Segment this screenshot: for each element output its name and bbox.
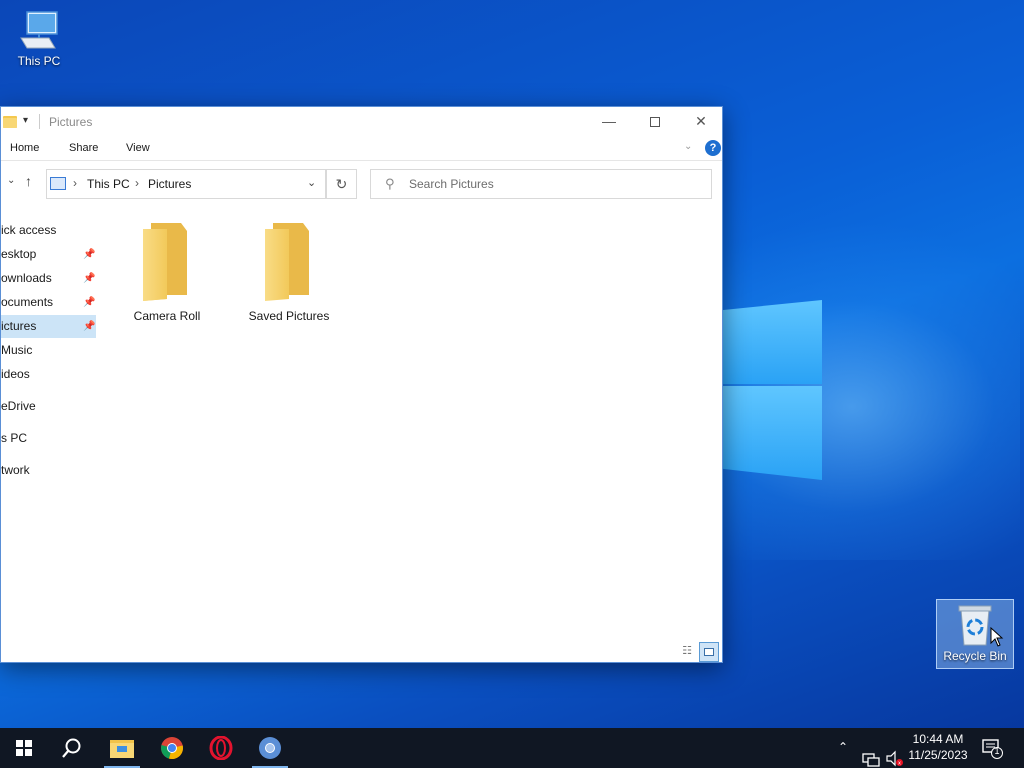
- minimize-icon: —: [602, 113, 616, 129]
- recycle-bin-icon: [958, 605, 992, 646]
- breadcrumb-chevron-icon[interactable]: ›: [73, 176, 77, 190]
- show-hidden-icons-chevron-icon[interactable]: ⌃: [838, 740, 848, 768]
- folder-label: Camera Roll: [133, 309, 201, 323]
- start-button[interactable]: [4, 728, 44, 768]
- pin-icon: 📌: [83, 273, 96, 284]
- nav-item-desktop[interactable]: esktop 📌: [1, 243, 96, 266]
- refresh-button[interactable]: ↻: [326, 169, 357, 199]
- divider: [39, 114, 40, 129]
- folder-item-saved-pictures[interactable]: Saved Pictures: [239, 219, 339, 323]
- breadcrumb-chevron-icon[interactable]: ›: [135, 176, 139, 190]
- minimize-button[interactable]: —: [586, 107, 632, 137]
- address-row: ⌄ ↑ › This PC › Pictures ⌄ ↻ ⚲: [1, 161, 722, 205]
- file-list-area[interactable]: Camera Roll Saved Pictures: [99, 207, 719, 637]
- help-icon[interactable]: ?: [705, 140, 721, 156]
- search-icon: ⚲: [385, 176, 395, 191]
- folder-item-camera-roll[interactable]: Camera Roll: [117, 219, 217, 323]
- clock-date: 11/25/2023: [908, 748, 968, 762]
- taskbar: ⌃ x 10:44 AM 11/25/2023 1: [0, 728, 1024, 768]
- nav-item-quick-access[interactable]: ick access: [1, 219, 96, 242]
- nav-item-label: twork: [1, 463, 30, 477]
- refresh-icon: ↻: [335, 176, 348, 192]
- pin-icon: 📌: [83, 321, 96, 332]
- tab-view[interactable]: View: [126, 142, 150, 154]
- breadcrumb-pictures[interactable]: Pictures: [148, 177, 191, 191]
- notification-icon: [982, 739, 1003, 759]
- this-pc-small-icon: [50, 177, 66, 190]
- close-icon: ✕: [695, 113, 707, 129]
- nav-item-label: ownloads: [1, 271, 52, 285]
- quick-access-toolbar-dropdown-icon[interactable]: ▾: [23, 115, 28, 126]
- recent-locations-chevron-icon[interactable]: ⌄: [7, 175, 15, 186]
- desktop-icon-label: Recycle Bin: [943, 649, 1007, 663]
- title-bar[interactable]: ▾ Pictures — ✕: [1, 107, 722, 137]
- tab-share[interactable]: Share: [69, 142, 98, 154]
- nav-item-this-pc[interactable]: s PC: [1, 427, 96, 450]
- folder-icon: [3, 116, 17, 128]
- maximize-button[interactable]: [632, 107, 678, 137]
- mouse-cursor-icon: [990, 627, 1004, 647]
- nav-item-label: eDrive: [1, 399, 36, 413]
- large-icons-view-button[interactable]: [699, 642, 719, 662]
- windows-logo-wallpaper: [722, 290, 822, 480]
- window-title: Pictures: [49, 115, 93, 129]
- large-icons-view-icon: [704, 648, 714, 657]
- tab-home[interactable]: Home: [10, 142, 39, 154]
- details-view-button[interactable]: ☷: [677, 642, 697, 662]
- nav-item-label: ictures: [1, 319, 37, 333]
- nav-item-label: ocuments: [1, 295, 54, 309]
- network-icon[interactable]: [862, 740, 880, 768]
- folder-icon: [143, 223, 187, 301]
- nav-item-downloads[interactable]: ownloads 📌: [1, 267, 96, 290]
- notification-count-badge: 1: [994, 746, 1000, 756]
- opera-icon: [209, 736, 233, 760]
- search-input[interactable]: [409, 171, 699, 197]
- search-icon: [62, 738, 81, 758]
- desktop-icon-this-pc[interactable]: This PC: [0, 8, 78, 68]
- clock-time: 10:44 AM: [912, 732, 964, 746]
- folder-label: Saved Pictures: [248, 309, 330, 323]
- taskbar-chrome[interactable]: [152, 728, 192, 768]
- ribbon-tabs: Home Share View ⌄ ?: [1, 137, 722, 161]
- nav-item-documents[interactable]: ocuments 📌: [1, 291, 96, 314]
- nav-item-label: s PC: [1, 431, 28, 445]
- breadcrumb-this-pc[interactable]: This PC: [87, 177, 130, 191]
- pin-icon: 📌: [83, 297, 96, 308]
- details-view-icon: ☷: [682, 645, 692, 657]
- nav-item-label: Music: [1, 343, 33, 357]
- expand-ribbon-chevron-icon[interactable]: ⌄: [684, 141, 692, 152]
- taskbar-file-explorer[interactable]: [102, 728, 142, 768]
- file-explorer-window[interactable]: ▾ Pictures — ✕ Home Share View ⌄ ? ⌄ ↑ ›…: [0, 106, 723, 663]
- folder-icon: [265, 223, 309, 301]
- this-pc-icon: [20, 11, 58, 49]
- nav-item-onedrive[interactable]: eDrive: [1, 395, 96, 418]
- address-bar[interactable]: › This PC › Pictures ⌄: [46, 169, 326, 199]
- nav-item-music[interactable]: Music: [1, 339, 96, 362]
- pin-icon: 📌: [83, 249, 96, 260]
- address-dropdown-icon[interactable]: ⌄: [307, 176, 316, 189]
- desktop-icon-recycle-bin[interactable]: Recycle Bin: [936, 599, 1014, 669]
- up-arrow-icon[interactable]: ↑: [25, 173, 32, 189]
- desktop-icon-label: This PC: [17, 54, 61, 68]
- chrome-icon: [161, 737, 183, 760]
- nav-item-label: esktop: [1, 247, 37, 261]
- search-taskbar-button[interactable]: [52, 728, 92, 768]
- close-button[interactable]: ✕: [678, 107, 724, 137]
- maximize-icon: [650, 117, 660, 128]
- system-clock[interactable]: 10:44 AM 11/25/2023: [900, 731, 976, 763]
- nav-item-label: ideos: [1, 367, 30, 381]
- taskbar-chromium[interactable]: [250, 728, 290, 768]
- nav-item-videos[interactable]: ideos: [1, 363, 96, 386]
- action-center-button[interactable]: 1: [980, 736, 1004, 760]
- nav-item-pictures[interactable]: ictures 📌: [1, 315, 96, 338]
- nav-item-label: ick access: [1, 223, 57, 237]
- search-box[interactable]: ⚲: [370, 169, 712, 199]
- chromium-icon: [259, 737, 281, 759]
- nav-item-network[interactable]: twork: [1, 459, 96, 482]
- file-explorer-icon: [110, 740, 134, 758]
- taskbar-opera[interactable]: [201, 728, 241, 768]
- windows-start-icon: [16, 740, 32, 756]
- navigation-pane[interactable]: ick access esktop 📌 ownloads 📌 ocuments 📌 i…: [1, 207, 97, 662]
